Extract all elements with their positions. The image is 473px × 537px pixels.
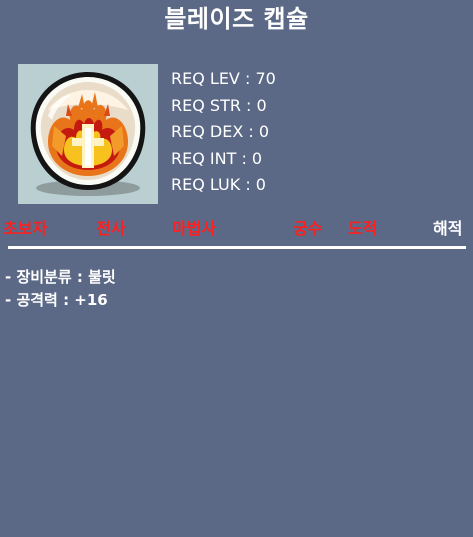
req-dex: REQ DEX : 0: [171, 122, 270, 141]
job-thief: 도적: [348, 219, 378, 238]
job-archer: 궁수: [293, 219, 323, 238]
req-str: REQ STR : 0: [171, 95, 267, 115]
blaze-capsule-icon: [30, 72, 146, 196]
item-icon-frame: [18, 64, 158, 204]
req-level: REQ LEV : 70: [171, 69, 276, 88]
requirements-list: REQ LEV : 70 REQ STR : 0 REQ DEX : 0 REQ…: [171, 66, 276, 199]
job-list: 초보자 전사 마법사 궁수 도적 해적: [0, 217, 473, 243]
detail-attack: - 공격력 : +16: [5, 291, 108, 309]
req-luk: REQ LUK : 0: [171, 175, 266, 194]
job-beginner: 초보자: [3, 219, 48, 238]
job-magician: 마법사: [172, 219, 217, 238]
req-int: REQ INT : 0: [171, 148, 263, 168]
section-divider: [8, 246, 466, 249]
item-details: - 장비분류 : 불릿 - 공격력 : +16: [5, 266, 116, 312]
item-name: 블레이즈 캡슐: [164, 5, 309, 33]
job-pirate: 해적: [433, 219, 463, 238]
detail-category: - 장비분류 : 불릿: [5, 268, 116, 286]
job-warrior: 전사: [96, 219, 126, 238]
